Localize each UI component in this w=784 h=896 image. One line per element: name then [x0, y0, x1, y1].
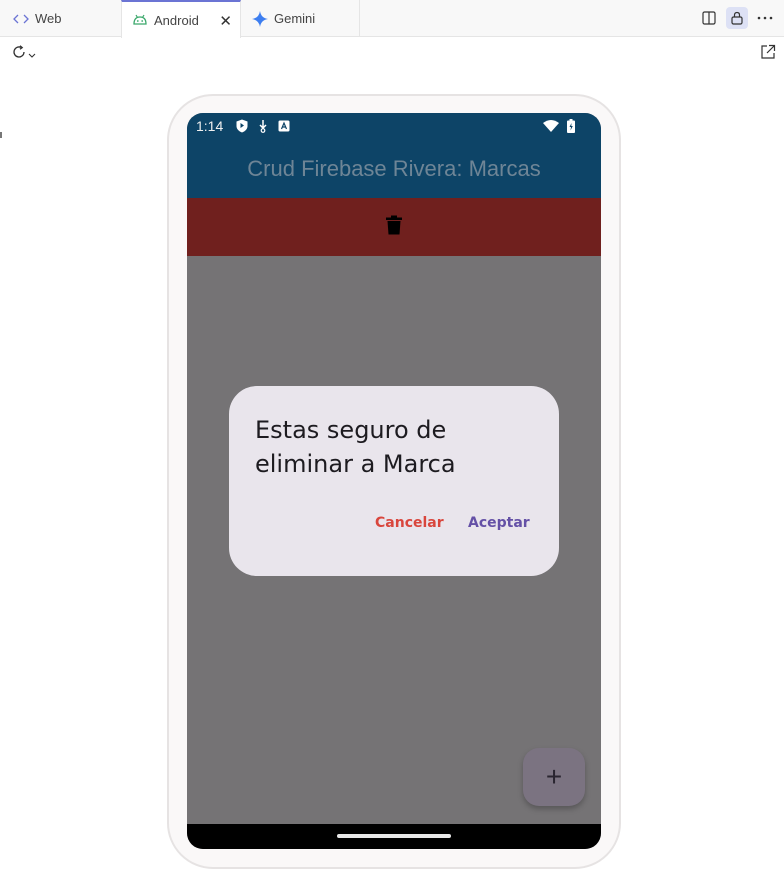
lock-icon[interactable]: [726, 7, 748, 29]
delete-item-row[interactable]: [187, 198, 601, 256]
wifi-icon: [543, 119, 559, 136]
open-external-icon[interactable]: [760, 44, 776, 65]
divider: [0, 132, 2, 138]
download-icon: [258, 119, 268, 136]
editor-tab-bar: Web Android ✕ Gemini: [0, 0, 784, 38]
android-icon: [132, 13, 148, 27]
add-button[interactable]: +: [523, 748, 585, 806]
reload-button[interactable]: [12, 45, 36, 64]
navigation-bar: [187, 824, 601, 849]
gemini-sparkle-icon: [252, 10, 268, 27]
accept-button[interactable]: Aceptar: [468, 515, 530, 531]
keyboard-a-icon: [278, 119, 290, 136]
tab-label: Web: [35, 11, 62, 26]
tab-android[interactable]: Android ✕: [121, 0, 241, 38]
shield-icon: [236, 119, 248, 136]
app-title: Crud Firebase Rivera: Marcas: [247, 155, 541, 181]
plus-icon: +: [545, 761, 563, 792]
status-bar: 1:14: [187, 113, 601, 139]
cancel-button[interactable]: Cancelar: [375, 515, 444, 531]
battery-charging-icon: [567, 119, 575, 136]
tab-label: Android: [154, 12, 199, 28]
split-view-icon[interactable]: [698, 7, 720, 29]
confirm-delete-dialog: Estas seguro de eliminar a Marca Cancela…: [229, 386, 559, 576]
close-tab-icon[interactable]: ✕: [219, 12, 232, 30]
reload-icon: [12, 45, 26, 64]
tab-label: Gemini: [274, 11, 316, 26]
code-icon: [13, 13, 29, 25]
preview-toolbar: [0, 38, 784, 68]
chevron-down-icon: [28, 46, 36, 64]
tab-gemini[interactable]: Gemini: [242, 0, 360, 37]
app-bar: Crud Firebase Rivera: Marcas: [187, 139, 601, 198]
trash-icon[interactable]: [386, 215, 402, 240]
dialog-message: Estas seguro de eliminar a Marca: [255, 416, 456, 478]
more-icon[interactable]: [754, 7, 776, 29]
status-time: 1:14: [196, 118, 224, 134]
tab-web[interactable]: Web: [8, 0, 120, 37]
home-gesture-handle[interactable]: [337, 834, 451, 838]
